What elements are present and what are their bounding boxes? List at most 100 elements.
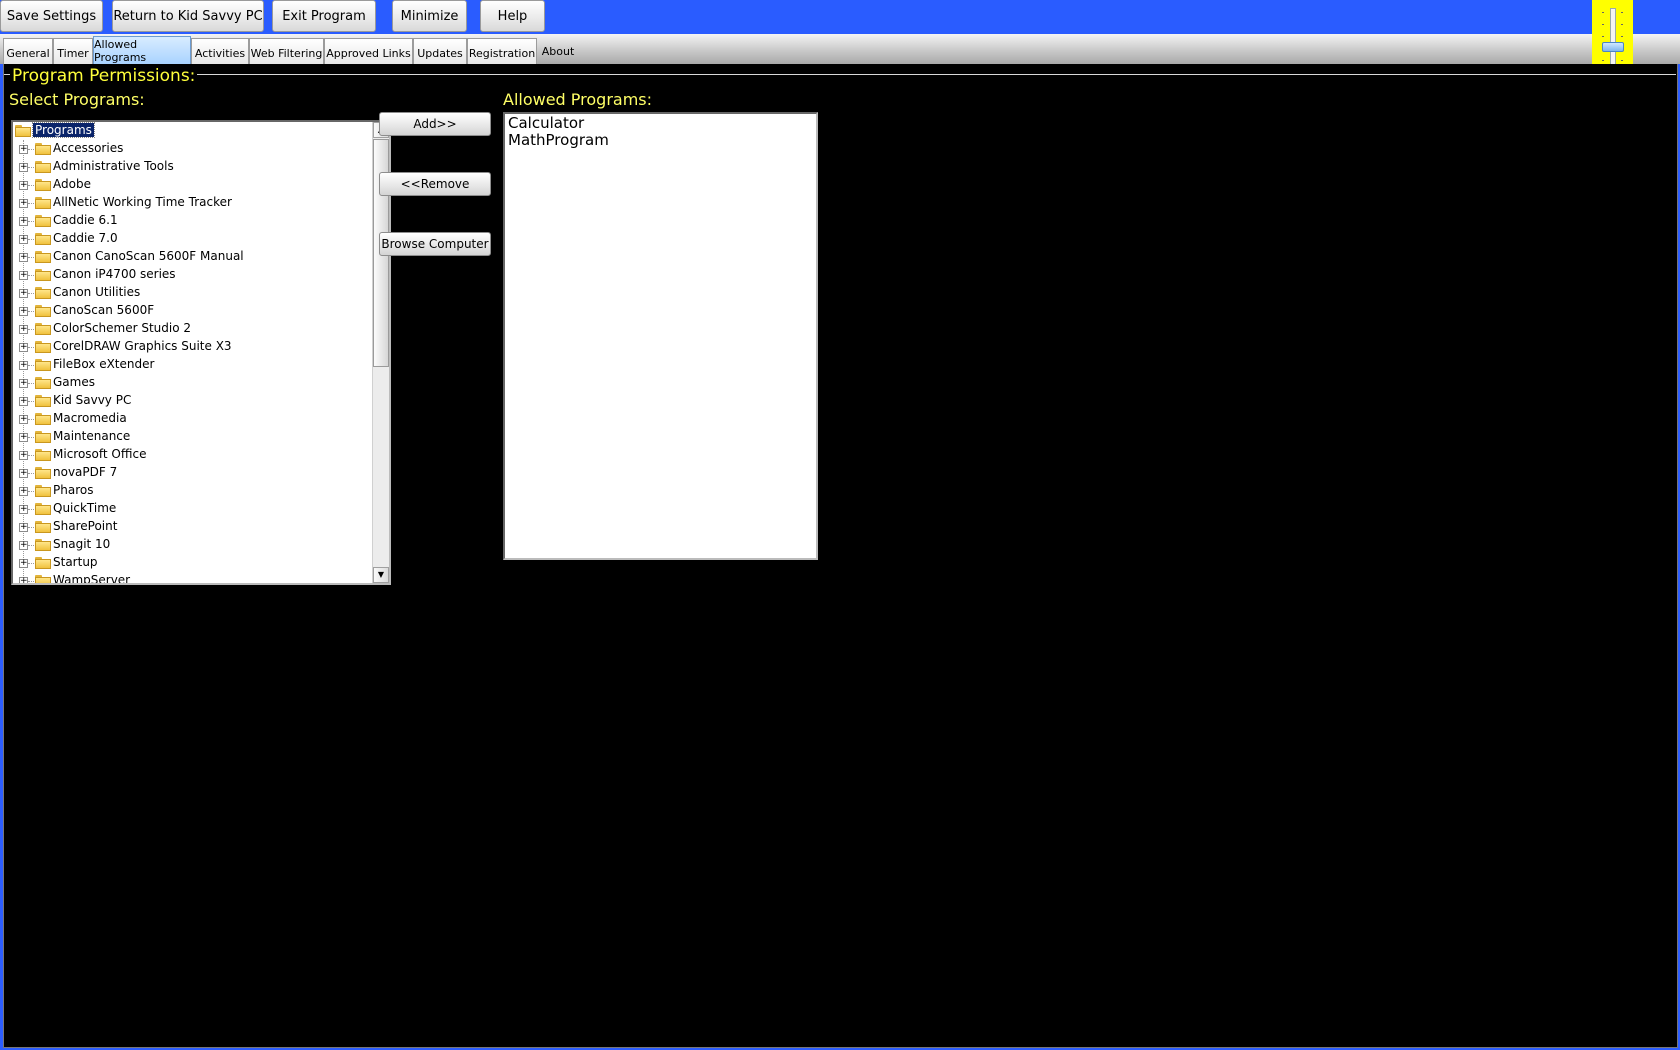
tree-item[interactable]: + WampServer — [13, 572, 373, 583]
expand-icon[interactable]: + — [19, 361, 28, 370]
tree-item-label: CanoScan 5600F — [53, 303, 155, 317]
tree-item[interactable]: + Canon iP4700 series — [13, 266, 373, 284]
folder-icon — [35, 521, 51, 533]
remove-button[interactable]: <<Remove — [379, 172, 491, 196]
tree-item[interactable]: + Microsoft Office — [13, 446, 373, 464]
expand-icon[interactable]: + — [19, 253, 28, 262]
tab-activities[interactable]: Activities — [191, 38, 249, 64]
expand-icon[interactable]: + — [19, 325, 28, 334]
folder-icon — [35, 431, 51, 443]
expand-icon[interactable]: + — [19, 433, 28, 442]
expand-icon[interactable]: + — [19, 343, 28, 352]
tree-item[interactable]: + Canon Utilities — [13, 284, 373, 302]
expand-icon[interactable]: + — [19, 271, 28, 280]
help-button[interactable]: Help — [480, 0, 545, 32]
program-tree[interactable]: Programs + Accessories + Administrative Tool… — [11, 120, 391, 585]
tree-item[interactable]: + SharePoint — [13, 518, 373, 536]
expand-icon[interactable]: + — [19, 559, 28, 568]
expand-icon[interactable]: + — [19, 235, 28, 244]
expand-icon[interactable]: + — [19, 505, 28, 514]
expand-icon[interactable]: + — [19, 199, 28, 208]
folder-icon — [35, 233, 51, 245]
expand-icon[interactable]: + — [19, 289, 28, 298]
tree-item[interactable]: + AllNetic Working Time Tracker — [13, 194, 373, 212]
tree-item[interactable]: + Pharos — [13, 482, 373, 500]
tree-item[interactable]: + Games — [13, 374, 373, 392]
tree-item[interactable]: + Kid Savvy PC — [13, 392, 373, 410]
scroll-down-icon[interactable]: ▼ — [373, 567, 389, 583]
folder-icon — [35, 179, 51, 191]
tab-bar: General Timer Allowed Programs Activitie… — [0, 34, 1680, 64]
folder-icon — [35, 287, 51, 299]
expand-icon[interactable]: + — [19, 523, 28, 532]
tree-item-label: Startup — [53, 555, 98, 569]
tree-item[interactable]: + FileBox eXtender — [13, 356, 373, 374]
expand-icon[interactable]: + — [19, 577, 28, 583]
minimize-button[interactable]: Minimize — [392, 0, 467, 32]
expand-icon[interactable]: + — [19, 469, 28, 478]
allowed-programs-list[interactable]: Calculator MathProgram — [503, 112, 818, 560]
save-settings-button[interactable]: Save Settings — [0, 0, 103, 32]
slider-thumb[interactable] — [1602, 42, 1624, 52]
tab-registration[interactable]: Registration — [467, 38, 537, 64]
tree-item-label: Canon CanoScan 5600F Manual — [53, 249, 244, 263]
tree-item[interactable]: + Administrative Tools — [13, 158, 373, 176]
exit-program-button[interactable]: Exit Program — [272, 0, 376, 32]
tree-item[interactable]: + Caddie 7.0 — [13, 230, 373, 248]
expand-icon[interactable]: + — [19, 307, 28, 316]
tree-item-label: FileBox eXtender — [53, 357, 155, 371]
expand-icon[interactable]: + — [19, 397, 28, 406]
expand-icon[interactable]: + — [19, 217, 28, 226]
tree-item[interactable]: + Caddie 6.1 — [13, 212, 373, 230]
tree-item[interactable]: + Canon CanoScan 5600F Manual — [13, 248, 373, 266]
expand-icon[interactable]: + — [19, 541, 28, 550]
tree-item-label: Caddie 6.1 — [53, 213, 118, 227]
tree-item[interactable]: + Macromedia — [13, 410, 373, 428]
tree-item-label: Adobe — [53, 177, 91, 191]
browse-computer-button[interactable]: Browse Computer — [379, 232, 491, 256]
allowed-program-item[interactable]: MathProgram — [508, 132, 813, 149]
folder-icon — [35, 413, 51, 425]
folder-icon — [35, 395, 51, 407]
tab-updates[interactable]: Updates — [413, 38, 467, 64]
folder-icon — [35, 449, 51, 461]
tree-item-label: Snagit 10 — [53, 537, 111, 551]
tree-item-label: Kid Savvy PC — [53, 393, 132, 407]
tree-item[interactable]: + Maintenance — [13, 428, 373, 446]
tree-item[interactable]: + QuickTime — [13, 500, 373, 518]
tab-about[interactable]: About — [537, 38, 579, 64]
tree-item-label: SharePoint — [53, 519, 118, 533]
expand-icon[interactable]: + — [19, 145, 28, 154]
return-to-kid-savvy-button[interactable]: Return to Kid Savvy PC — [112, 0, 264, 32]
tree-item[interactable]: + CorelDRAW Graphics Suite X3 — [13, 338, 373, 356]
tree-item[interactable]: + Startup — [13, 554, 373, 572]
expand-icon[interactable]: + — [19, 181, 28, 190]
tree-item[interactable]: + CanoScan 5600F — [13, 302, 373, 320]
tab-approved-links[interactable]: Approved Links — [324, 38, 413, 64]
tree-item[interactable]: + Snagit 10 — [13, 536, 373, 554]
tab-timer[interactable]: Timer — [53, 38, 93, 64]
expand-icon[interactable]: + — [19, 379, 28, 388]
allowed-program-item[interactable]: Calculator — [508, 115, 813, 132]
tab-general[interactable]: General — [3, 38, 53, 64]
folder-icon — [35, 539, 51, 551]
folder-icon — [35, 143, 51, 155]
add-button[interactable]: Add>> — [379, 112, 491, 136]
tree-item[interactable]: + Adobe — [13, 176, 373, 194]
expand-icon[interactable]: + — [19, 415, 28, 424]
tab-allowed-programs[interactable]: Allowed Programs — [93, 36, 191, 64]
expand-icon[interactable]: + — [19, 487, 28, 496]
tree-root[interactable]: Programs — [13, 122, 373, 140]
tree-item-label: AllNetic Working Time Tracker — [53, 195, 232, 209]
folder-icon — [35, 377, 51, 389]
tree-item-label: Administrative Tools — [53, 159, 174, 173]
expand-icon[interactable]: + — [19, 451, 28, 460]
expand-icon[interactable]: + — [19, 163, 28, 172]
tree-item[interactable]: + novaPDF 7 — [13, 464, 373, 482]
tree-item[interactable]: + ColorSchemer Studio 2 — [13, 320, 373, 338]
tree-item[interactable]: + Accessories — [13, 140, 373, 158]
tree-item-label: Pharos — [53, 483, 94, 497]
tab-web-filtering[interactable]: Web Filtering — [249, 38, 324, 64]
group-title: Program Permissions: — [10, 66, 198, 86]
folder-icon — [35, 251, 51, 263]
